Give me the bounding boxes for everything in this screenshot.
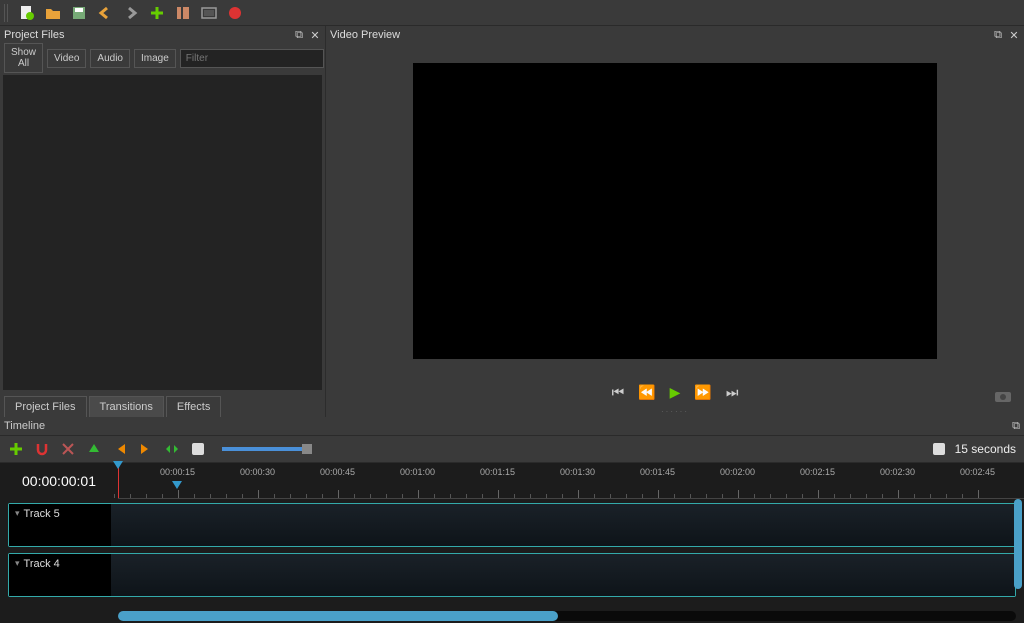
snapshot-icon[interactable] [994,389,1012,403]
ruler-tick-label: 00:01:30 [560,467,595,477]
profile-icon[interactable] [174,4,192,22]
add-marker-icon[interactable] [86,441,102,457]
zoom-checkbox[interactable] [190,441,206,457]
save-project-icon[interactable] [70,4,88,22]
open-project-icon[interactable] [44,4,62,22]
close-preview-icon[interactable]: ✕ [1008,29,1020,41]
timeline-marker[interactable] [172,481,182,489]
razor-icon[interactable] [60,441,76,457]
project-tabs: Project Files Transitions Effects [0,393,325,417]
ruler-tick-label: 00:02:30 [880,467,915,477]
video-preview-header: Video Preview ⧉ ✕ [326,26,1024,44]
zoom-label: 15 seconds [955,442,1016,456]
project-files-title: Project Files [4,29,65,41]
video-preview-panel: Video Preview ⧉ ✕ ⏮ ⏪ ▶ ⏩ ⏭ ······ [326,26,1024,417]
timeline-ruler[interactable]: 00:00:15 00:00:30 00:00:45 00:01:00 00:01:15… [118,463,1024,499]
center-playhead-icon[interactable] [164,441,180,457]
playhead-timecode: 00:00:00:01 [0,463,118,499]
export-icon[interactable] [226,4,244,22]
main-content: Project Files ⧉ ✕ Show All Video Audio I… [0,26,1024,417]
jump-start-icon[interactable]: ⏮ [612,384,625,401]
track-lane[interactable] [111,504,1015,546]
filter-audio-button[interactable]: Audio [90,49,130,68]
tab-project-files[interactable]: Project Files [4,396,87,417]
redo-icon[interactable] [122,4,140,22]
track-label[interactable]: Track 4 [9,554,111,596]
video-preview-canvas[interactable] [413,63,937,359]
track-lane[interactable] [111,554,1015,596]
playback-controls: ⏮ ⏪ ▶ ⏩ ⏭ [326,377,1024,407]
video-preview-title: Video Preview [330,29,400,41]
close-panel-icon[interactable]: ✕ [309,29,321,41]
detach-timeline-icon[interactable]: ⧉ [1012,420,1020,433]
timeline-track[interactable]: Track 5 [8,503,1016,547]
timeline-vertical-scrollbar[interactable] [1014,499,1022,589]
timeline-title: Timeline [4,420,45,432]
filter-image-button[interactable]: Image [134,49,176,68]
tab-transitions[interactable]: Transitions [89,396,164,417]
project-files-list[interactable] [3,75,322,390]
new-project-icon[interactable] [18,4,36,22]
zoom-slider[interactable] [222,447,312,451]
add-track-icon[interactable] [8,441,24,457]
detach-preview-icon[interactable]: ⧉ [992,29,1004,41]
main-toolbar [0,0,1024,26]
timeline-body: 00:00:00:01 00:00:1500:00:3000:00:4500:0… [0,463,1024,623]
project-files-header: Project Files ⧉ ✕ [0,26,325,44]
rewind-icon[interactable]: ⏪ [638,384,655,401]
timeline-header: Timeline ⧉ [0,417,1024,435]
play-icon[interactable]: ▶ [670,384,681,401]
fullscreen-icon[interactable] [200,4,218,22]
filter-video-button[interactable]: Video [47,49,86,68]
ruler-tick-label: 00:00:30 [240,467,275,477]
preview-area [326,44,1024,377]
project-files-panel: Project Files ⧉ ✕ Show All Video Audio I… [0,26,326,417]
undo-icon[interactable] [96,4,114,22]
filter-show-all-button[interactable]: Show All [4,43,43,73]
toolbar-grip [4,4,10,22]
ruler-tick-label: 00:02:00 [720,467,755,477]
project-files-filter-bar: Show All Video Audio Image [0,44,325,72]
next-marker-icon[interactable] [138,441,154,457]
timeline-tracks: Track 5 Track 4 [0,499,1024,611]
ruler-tick-label: 00:02:45 [960,467,995,477]
playhead[interactable] [118,463,119,498]
filter-input[interactable] [180,49,324,68]
ruler-tick-label: 00:01:45 [640,467,675,477]
panel-resize-handle[interactable]: ······ [326,407,1024,417]
fast-forward-icon[interactable]: ⏩ [694,384,711,401]
track-label[interactable]: Track 5 [9,504,111,546]
ruler-tick-label: 00:01:15 [480,467,515,477]
ruler-tick-label: 00:01:00 [400,467,435,477]
tab-effects[interactable]: Effects [166,396,221,417]
timeline-track[interactable]: Track 4 [8,553,1016,597]
previous-marker-icon[interactable] [112,441,128,457]
ruler-tick-label: 00:02:15 [800,467,835,477]
ruler-tick-label: 00:00:45 [320,467,355,477]
jump-end-icon[interactable]: ⏭ [726,384,739,401]
import-files-icon[interactable] [148,4,166,22]
timeline-ruler-row: 00:00:00:01 00:00:1500:00:3000:00:4500:0… [0,463,1024,499]
detach-panel-icon[interactable]: ⧉ [293,29,305,41]
ruler-tick-label: 00:00:15 [160,467,195,477]
snap-icon[interactable] [34,441,50,457]
timeline-horizontal-scrollbar[interactable] [118,611,1016,621]
zoom-lock-checkbox[interactable] [933,443,945,455]
timeline-horizontal-scroll [0,611,1024,623]
timeline-toolbar: 15 seconds [0,435,1024,463]
